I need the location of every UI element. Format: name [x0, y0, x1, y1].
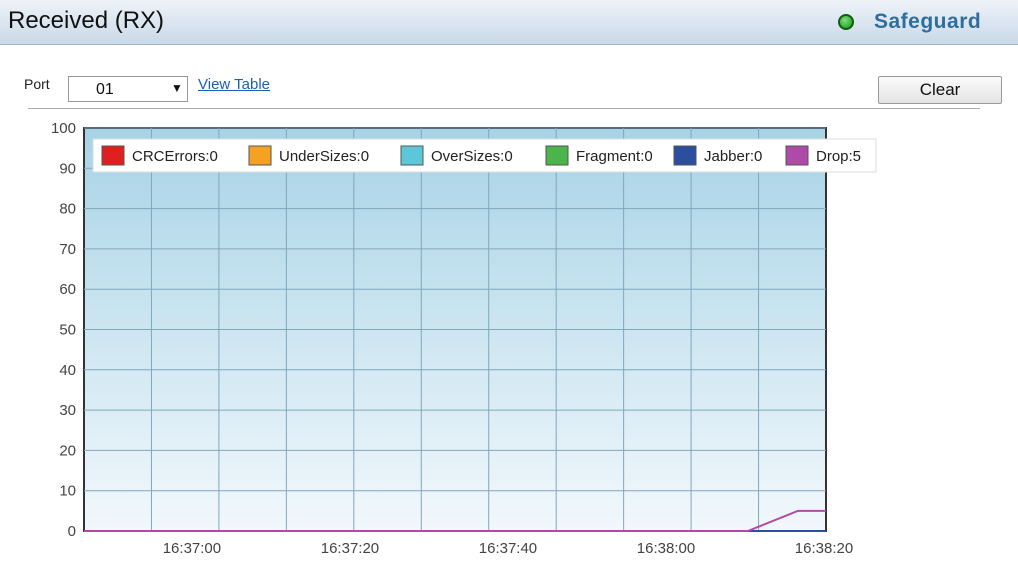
legend-swatch	[785, 145, 809, 166]
y-tick-label: 90	[59, 160, 76, 177]
y-tick-label: 70	[59, 241, 76, 258]
x-tick-label: 16:37:40	[479, 540, 537, 557]
y-tick-label: 50	[59, 322, 76, 339]
legend-label: Fragment:0	[576, 148, 653, 165]
legend: CRCErrors:0 UnderSizes:0 OverSizes:0 Fragme…	[92, 138, 877, 173]
y-tick-label: 60	[59, 281, 76, 298]
legend-label: Jabber:0	[704, 148, 762, 165]
x-tick-label: 16:37:00	[163, 540, 221, 557]
y-tick-label: 40	[59, 362, 76, 379]
x-tick-label: 16:38:00	[637, 540, 695, 557]
rx-chart: 0 10 20 30 40 50 60 70 80 90 100 16:37:00 16:37:20 16…	[51, 120, 877, 557]
y-tick-label: 10	[59, 483, 76, 500]
y-tick-label: 20	[59, 442, 76, 459]
legend-swatch	[400, 145, 424, 166]
legend-label: OverSizes:0	[431, 148, 513, 165]
legend-swatch	[101, 145, 125, 166]
legend-swatch	[545, 145, 569, 166]
legend-swatch	[673, 145, 697, 166]
legend-label: CRCErrors:0	[132, 148, 218, 165]
x-tick-label: 16:37:20	[321, 540, 379, 557]
x-tick-label: 16:38:20	[795, 540, 853, 557]
y-tick-label: 30	[59, 402, 76, 419]
legend-swatch	[248, 145, 272, 166]
y-tick-label: 0	[68, 523, 76, 540]
y-tick-label: 80	[59, 201, 76, 218]
y-tick-label: 100	[51, 120, 76, 137]
legend-label: Drop:5	[816, 148, 861, 165]
legend-label: UnderSizes:0	[279, 148, 369, 165]
